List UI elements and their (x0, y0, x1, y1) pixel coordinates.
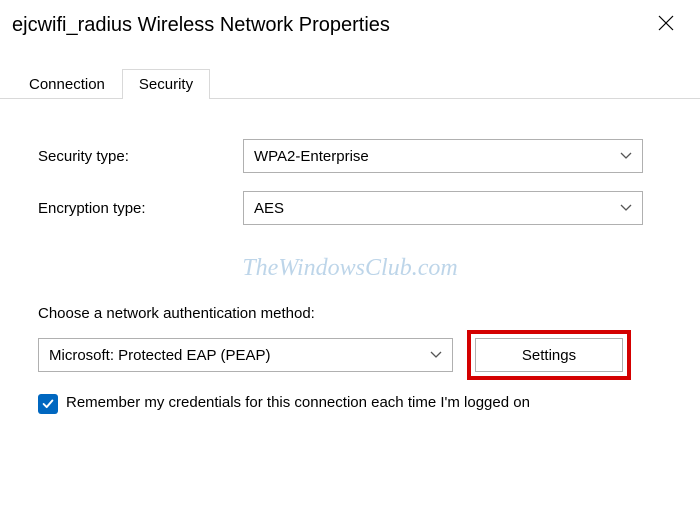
settings-highlight-box: Settings (467, 330, 631, 380)
close-button[interactable] (646, 10, 686, 40)
security-type-label: Security type: (38, 148, 243, 165)
chevron-down-icon (430, 348, 442, 362)
security-type-select[interactable]: WPA2-Enterprise (243, 139, 643, 173)
tab-connection[interactable]: Connection (12, 69, 122, 99)
tab-security[interactable]: Security (122, 69, 210, 99)
auth-method-label: Choose a network authentication method: (38, 305, 672, 322)
chevron-down-icon (620, 201, 632, 215)
tabs-container: Connection Security (0, 68, 700, 99)
encryption-type-value: AES (254, 200, 284, 217)
close-icon (658, 14, 674, 37)
encryption-type-label: Encryption type: (38, 200, 243, 217)
encryption-type-select[interactable]: AES (243, 191, 643, 225)
window-title: ejcwifi_radius Wireless Network Properti… (12, 14, 390, 37)
chevron-down-icon (620, 149, 632, 163)
remember-credentials-label[interactable]: Remember my credentials for this connect… (66, 392, 530, 413)
settings-button[interactable]: Settings (475, 338, 623, 372)
auth-method-value: Microsoft: Protected EAP (PEAP) (49, 347, 270, 364)
check-icon (41, 397, 55, 411)
remember-credentials-checkbox[interactable] (38, 394, 58, 414)
auth-method-select[interactable]: Microsoft: Protected EAP (PEAP) (38, 338, 453, 372)
security-type-value: WPA2-Enterprise (254, 148, 369, 165)
